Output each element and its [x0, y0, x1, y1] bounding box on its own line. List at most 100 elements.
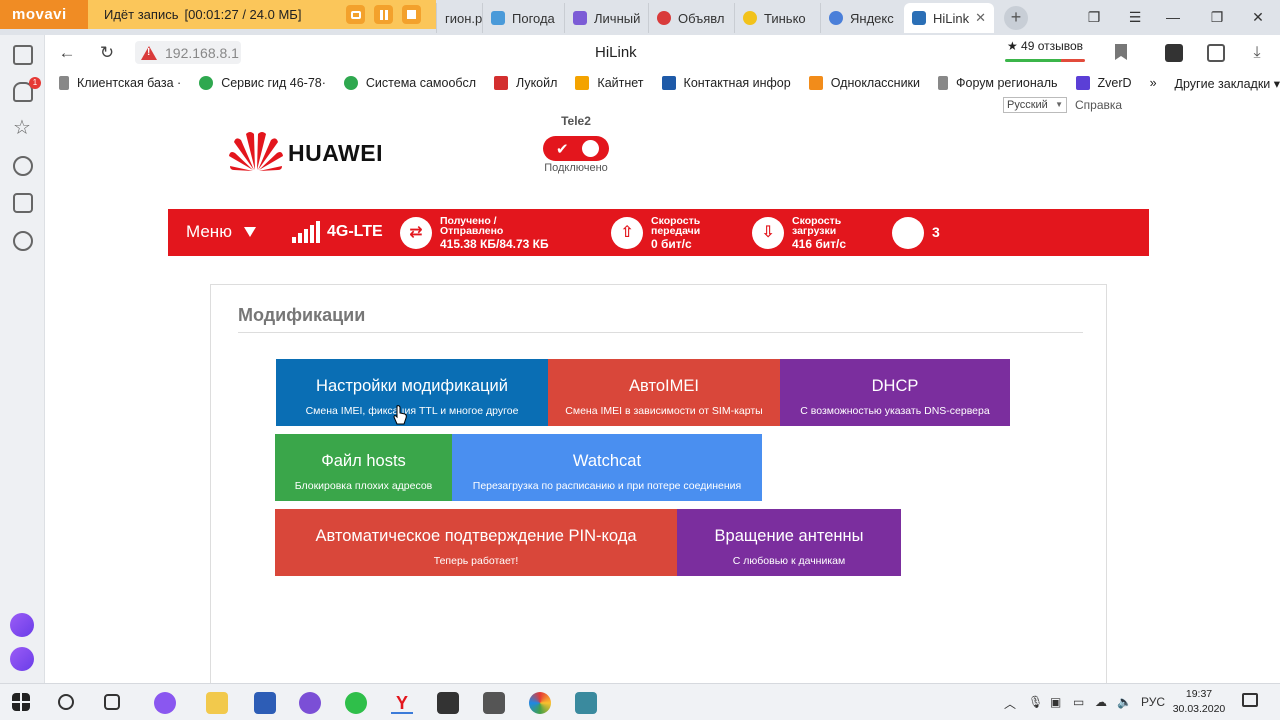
- yandex-browser-icon[interactable]: Y: [391, 692, 413, 714]
- signal-bar: [292, 237, 296, 243]
- url-text: 192.168.8.1: [165, 44, 239, 61]
- snapshot-button[interactable]: [346, 5, 365, 24]
- menu-label: Меню: [186, 222, 232, 241]
- close-tab-icon[interactable]: ✕: [975, 10, 986, 26]
- volume-icon[interactable]: 🔈: [1117, 695, 1132, 709]
- bookmark-item[interactable]: Лукойл: [493, 76, 558, 90]
- photos-icon[interactable]: [529, 692, 551, 714]
- microphone-icon[interactable]: 🎙: [1028, 695, 1043, 709]
- language-indicator[interactable]: РУС: [1141, 695, 1165, 709]
- minimize-button[interactable]: —: [1164, 8, 1182, 26]
- task-view-icon[interactable]: [104, 694, 120, 710]
- new-tab-button[interactable]: +: [1004, 6, 1028, 30]
- stop-button[interactable]: [402, 5, 421, 24]
- game-icon[interactable]: [437, 692, 459, 714]
- tray-expand-icon[interactable]: ︿: [1004, 695, 1016, 712]
- tile-antenna-rotation[interactable]: Вращение антенны С любовью к дачникам: [677, 509, 901, 576]
- restore-button[interactable]: ❐: [1208, 8, 1226, 26]
- tab-hilink[interactable]: HiLink ✕: [904, 3, 994, 33]
- windows-start-icon[interactable]: [12, 693, 30, 711]
- file-explorer-icon[interactable]: [206, 692, 228, 714]
- bookmark-item[interactable]: Сервис гид 46-78·: [199, 76, 326, 90]
- tab-label: Яндекс: [850, 10, 894, 26]
- huawei-flower-icon: [229, 132, 283, 171]
- tab-weather[interactable]: Погода: [482, 3, 564, 33]
- reviews-badge[interactable]: ★ 49 отзывов: [997, 39, 1093, 65]
- tile-dhcp[interactable]: DHCP С возможностью указать DNS-сервера: [780, 359, 1010, 426]
- tile-watchcat[interactable]: Watchcat Перезагрузка по расписанию и пр…: [452, 434, 762, 501]
- bookmark-item[interactable]: Система самообсл: [343, 76, 476, 90]
- search-icon[interactable]: [58, 694, 74, 710]
- history-icon[interactable]: [13, 156, 33, 176]
- bookmark-item[interactable]: Контактная инфор: [661, 76, 791, 90]
- media-app-icon[interactable]: [575, 692, 597, 714]
- bookmark-item[interactable]: ZverD: [1075, 76, 1132, 90]
- download-arrow-icon: ⇩: [752, 217, 784, 249]
- tab-region[interactable]: гион.р: [436, 3, 482, 33]
- menu-button[interactable]: Меню: [186, 222, 256, 242]
- tile-title: Вращение антенны: [714, 527, 864, 545]
- status-bar: Меню 4G-LTE ⇄ Получено / Отправлено 415.…: [168, 209, 1149, 256]
- display-icon[interactable]: ▭: [1073, 695, 1084, 709]
- stop-icon: [407, 10, 416, 19]
- bookmark-item[interactable]: Одноклассники: [808, 76, 920, 90]
- close-window-button[interactable]: ✕: [1249, 8, 1267, 26]
- bookmark-item[interactable]: Форум региональ: [938, 76, 1058, 90]
- tile-auto-pin[interactable]: Автоматическое подтверждение PIN-кода Те…: [275, 509, 677, 576]
- tab-label: Тинько: [764, 10, 806, 26]
- help-link[interactable]: Справка: [1075, 98, 1122, 112]
- url-field[interactable]: 192.168.8.1: [135, 41, 241, 64]
- language-select[interactable]: Русский: [1003, 97, 1067, 113]
- viber-icon[interactable]: [299, 692, 321, 714]
- yandex-icon: [829, 11, 843, 25]
- reload-button[interactable]: ↻: [97, 43, 117, 63]
- tile-title: Настройки модификаций: [316, 377, 508, 395]
- tab-yandex[interactable]: Яндекс: [820, 3, 904, 33]
- tile-auto-imei[interactable]: АвтоIMEI Смена IMEI в зависимости от SIM…: [548, 359, 780, 426]
- alice-icon[interactable]: [10, 613, 34, 637]
- pause-button[interactable]: [374, 5, 393, 24]
- alice-voice-icon[interactable]: [10, 647, 34, 671]
- apps-grid-icon[interactable]: [13, 45, 33, 65]
- bookmark-item[interactable]: Клиентская база ·: [59, 76, 181, 90]
- tanks-icon[interactable]: [483, 692, 505, 714]
- rating-bar: [1005, 59, 1085, 62]
- bookmark-label: Лукойл: [515, 76, 558, 90]
- tile-title: Файл hosts: [321, 452, 406, 470]
- download-label: Скорость загрузки: [792, 215, 842, 237]
- save-app-icon[interactable]: [254, 692, 276, 714]
- collections-panel-icon[interactable]: [1207, 44, 1225, 62]
- warning-icon[interactable]: [141, 45, 157, 60]
- star-icon[interactable]: ☆: [13, 118, 33, 139]
- tile-subtitle: Теперь работает!: [433, 555, 519, 567]
- back-button[interactable]: ←: [57, 43, 77, 63]
- whatsapp-icon[interactable]: [345, 692, 367, 714]
- collections-icon[interactable]: [13, 193, 33, 213]
- extensions-icon[interactable]: [1165, 44, 1183, 62]
- tab-personal[interactable]: Личный: [564, 3, 648, 33]
- alice-taskbar-icon[interactable]: [154, 692, 176, 714]
- upload-value: 0 бит/с: [651, 237, 692, 251]
- bookmark-label: Клиентская база ·: [77, 76, 182, 90]
- tile-title: Автоматическое подтверждение PIN-кода: [315, 527, 637, 545]
- tile-hosts-file[interactable]: Файл hosts Блокировка плохих адресов: [275, 434, 452, 501]
- tab-tinkoff[interactable]: Тинько: [734, 3, 820, 33]
- other-bookmarks[interactable]: Другие закладки ▾: [1175, 76, 1280, 91]
- tabs-icon[interactable]: ❐: [1085, 8, 1103, 26]
- cloud-icon[interactable]: ☁: [1095, 695, 1107, 709]
- tile-mod-settings[interactable]: Настройки модификаций Смена IMEI, фиксац…: [276, 359, 548, 426]
- bookmark-icon[interactable]: [1115, 44, 1127, 60]
- notifications-icon[interactable]: [1242, 693, 1258, 707]
- bookmarks-overflow-button[interactable]: »: [1150, 76, 1157, 90]
- tab-ads[interactable]: Объявл: [648, 3, 734, 33]
- lukoil-icon: [493, 76, 508, 90]
- connection-toggle[interactable]: ✔: [543, 136, 609, 161]
- clock[interactable]: 19:37 30.03.2020: [1171, 687, 1227, 717]
- divider: [238, 332, 1083, 333]
- network-icon[interactable]: ▣: [1050, 695, 1061, 709]
- bookmark-item[interactable]: Кайтнет: [575, 76, 644, 90]
- video-icon[interactable]: [13, 231, 33, 251]
- counter-icon[interactable]: [892, 217, 924, 249]
- menu-icon[interactable]: ☰: [1126, 8, 1144, 26]
- download-icon[interactable]: ⤓: [1248, 44, 1266, 62]
